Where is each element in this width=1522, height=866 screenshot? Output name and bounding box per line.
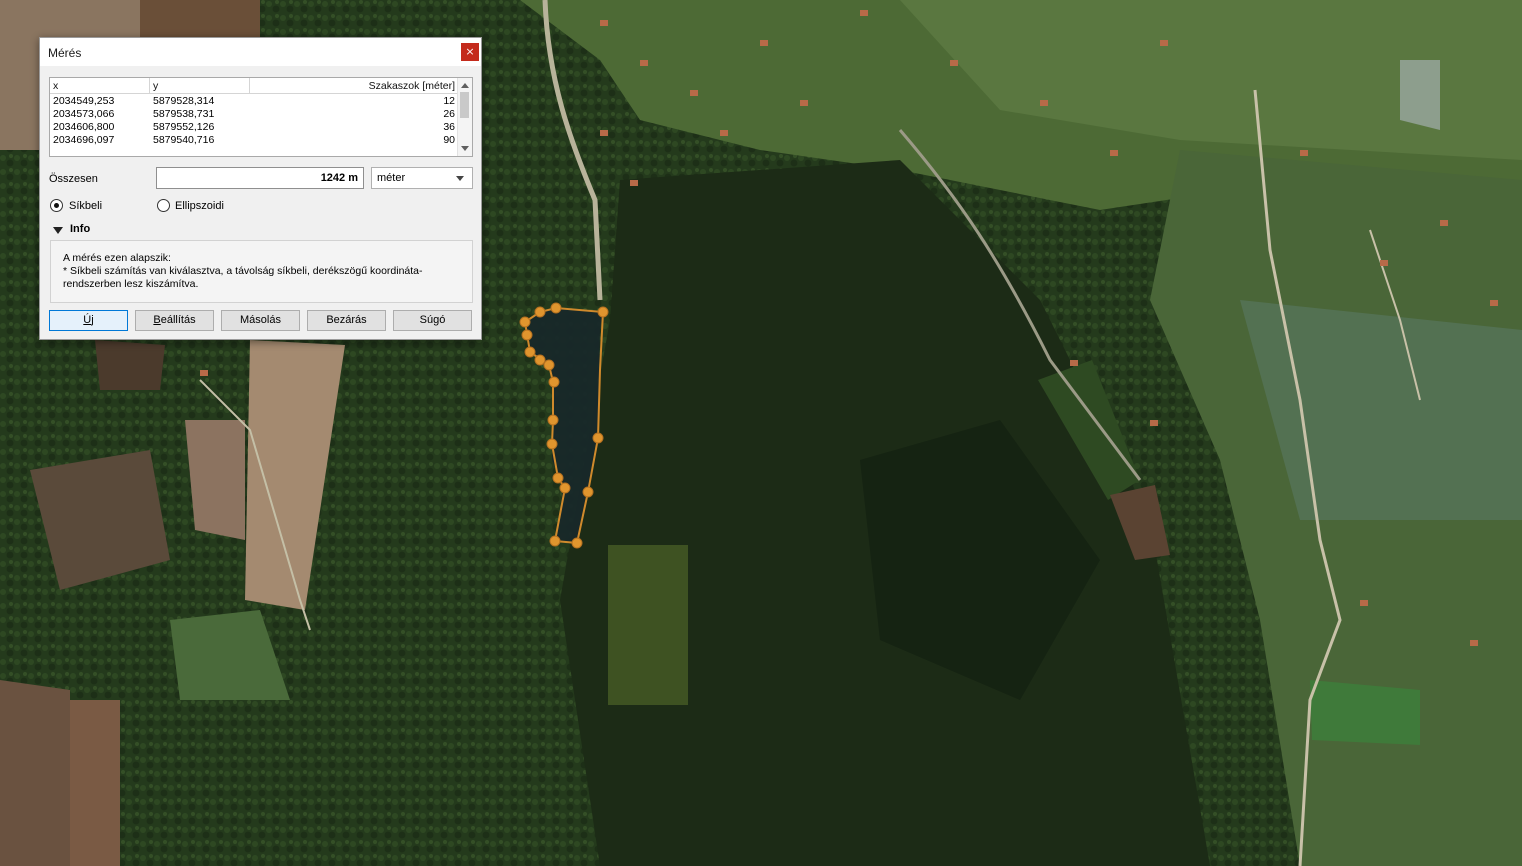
vertex (549, 535, 561, 547)
total-value-field[interactable]: 1242 m (156, 167, 364, 189)
total-label: Összesen (49, 173, 98, 185)
collapse-triangle-icon[interactable] (53, 227, 63, 234)
vertex (559, 482, 571, 494)
close-icon[interactable]: × (461, 43, 479, 61)
scroll-down-icon[interactable] (461, 146, 469, 151)
radio-ellipsoidal-label[interactable]: Ellipszoidi (175, 200, 224, 212)
radio-ellipsoidal[interactable] (157, 199, 170, 212)
table-row[interactable]: 2034696,097 5879540,716 90 (50, 134, 458, 147)
table-row[interactable]: 2034606,800 5879552,126 36 (50, 121, 458, 134)
scroll-up-icon[interactable] (461, 83, 469, 88)
vertex (597, 306, 609, 318)
copy-button[interactable]: Másolás (221, 310, 300, 331)
cell-segment: 26 (443, 108, 455, 120)
dialog-title: Mérés (48, 46, 82, 60)
cell-x: 2034696,097 (53, 134, 115, 146)
vertex (547, 414, 559, 426)
cell-x: 2034606,800 (53, 121, 115, 133)
cell-y: 5879540,716 (153, 134, 215, 146)
unit-select[interactable]: méter (371, 167, 473, 189)
vertex (550, 302, 562, 314)
vertex (519, 316, 531, 328)
column-header-y[interactable]: y (153, 80, 158, 92)
info-line: A mérés ezen alapszik: (63, 252, 171, 264)
info-toggle-label[interactable]: Info (70, 223, 90, 235)
settings-button[interactable]: Beállítás (135, 310, 214, 331)
radio-planar[interactable] (50, 199, 63, 212)
scroll-thumb[interactable] (460, 92, 469, 118)
vertex (552, 472, 564, 484)
vertex (534, 354, 546, 366)
table-scrollbar[interactable] (457, 78, 472, 156)
help-button[interactable]: Súgó (393, 310, 472, 331)
unit-select-value: méter (377, 172, 406, 184)
measure-dialog: Mérés × x y Szakaszok [méter] 2034549,25… (39, 37, 482, 340)
radio-planar-label[interactable]: Síkbeli (69, 200, 102, 212)
cell-x: 2034549,253 (53, 95, 115, 107)
vertex (534, 306, 546, 318)
table-header: x y Szakaszok [méter] (50, 78, 458, 94)
chevron-down-icon (456, 176, 464, 181)
table-row[interactable]: 2034549,253 5879528,314 12 (50, 95, 458, 108)
new-button[interactable]: Új (49, 310, 128, 331)
vertex (521, 329, 533, 341)
vertex (543, 359, 555, 371)
dialog-titlebar[interactable]: Mérés × (40, 38, 481, 66)
column-header-x[interactable]: x (53, 80, 58, 92)
close-button[interactable]: Bezárás (307, 310, 386, 331)
vertex (582, 486, 594, 498)
vertex (546, 438, 558, 450)
column-header-segments[interactable]: Szakaszok [méter] (369, 80, 455, 92)
cell-y: 5879552,126 (153, 121, 215, 133)
vertex (592, 432, 604, 444)
vertex (548, 376, 560, 388)
cell-segment: 90 (443, 134, 455, 146)
cell-y: 5879528,314 (153, 95, 215, 107)
table-row[interactable]: 2034573,066 5879538,731 26 (50, 108, 458, 121)
cell-x: 2034573,066 (53, 108, 115, 120)
vertex (571, 537, 583, 549)
info-line: * Síkbeli számítás van kiválasztva, a tá… (63, 265, 423, 277)
cell-segment: 36 (443, 121, 455, 133)
info-panel: A mérés ezen alapszik: * Síkbeli számítá… (50, 240, 473, 303)
info-line: rendszerben lesz kiszámítva. (63, 278, 199, 290)
vertex (524, 346, 536, 358)
cell-segment: 12 (443, 95, 455, 107)
lake (525, 308, 603, 543)
measurement-table[interactable]: x y Szakaszok [méter] 2034549,253 587952… (49, 77, 473, 157)
cell-y: 5879538,731 (153, 108, 215, 120)
